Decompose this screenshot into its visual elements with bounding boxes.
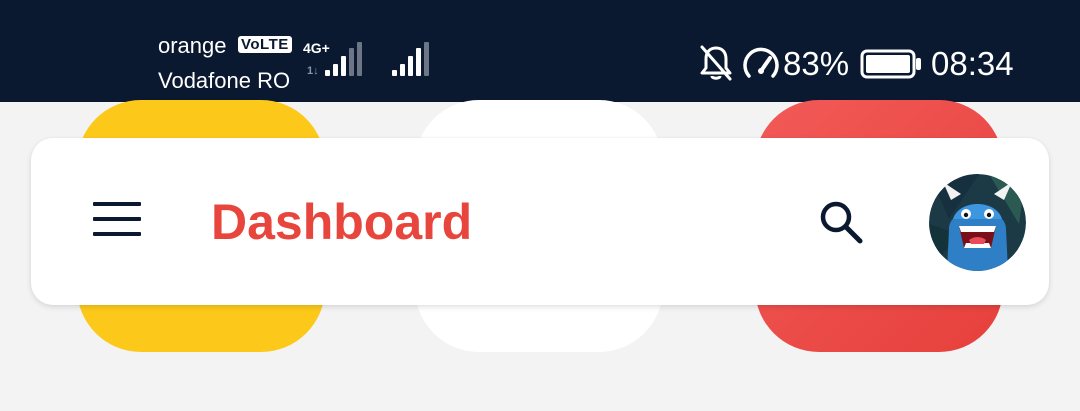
avatar[interactable]: [929, 174, 1026, 271]
mute-notifications-icon: [700, 45, 732, 81]
search-icon[interactable]: [815, 197, 865, 247]
page-title: Dashboard: [211, 194, 473, 250]
battery-percent: 83%: [783, 45, 850, 82]
menu-icon[interactable]: [93, 202, 141, 240]
carrier-secondary: Vodafone RO: [158, 68, 291, 93]
battery-icon: [860, 49, 921, 79]
volte-badge: VoLTE: [238, 36, 292, 53]
clock: 08:34: [931, 45, 1014, 82]
signal-icon: [392, 42, 429, 76]
svg-text:1↓: 1↓: [307, 65, 319, 77]
app-bar: Dashboard: [31, 138, 1049, 305]
signal-icon: 1↓: [307, 42, 362, 77]
status-bar: orange VoLTE Vodafone RO 4G+ 1↓ 83% 08:3…: [0, 0, 1080, 102]
speed-icon: [743, 47, 779, 78]
carrier-primary: orange: [158, 33, 227, 58]
